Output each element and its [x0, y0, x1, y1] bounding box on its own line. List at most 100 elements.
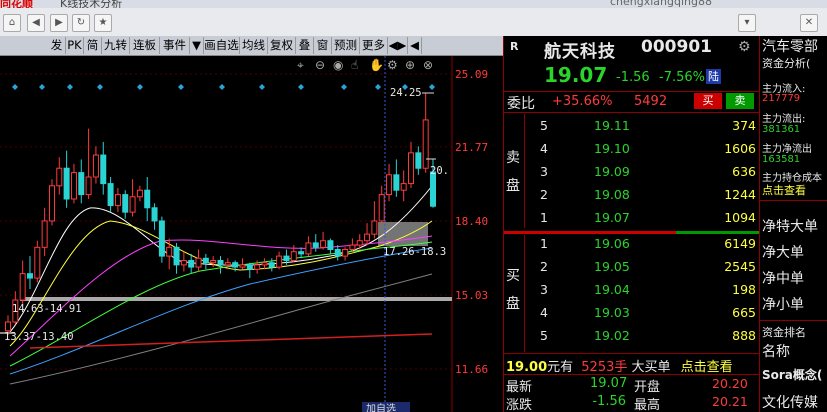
zoom-out-icon[interactable]: ⊖	[315, 58, 325, 72]
sell-side-label: 卖盘	[506, 150, 520, 194]
refresh-icon[interactable]: ↻	[72, 14, 90, 32]
asks-volume: 1244	[724, 187, 756, 202]
event-marker-icon	[39, 84, 45, 90]
back-icon[interactable]: ◀	[27, 14, 45, 32]
cursor-icon[interactable]: ☝	[351, 58, 358, 72]
candle-body	[327, 240, 334, 251]
forward-icon[interactable]: ▶	[50, 14, 68, 32]
toolbar-button[interactable]: ▼	[190, 37, 204, 54]
home-icon[interactable]: ⌂	[3, 14, 21, 32]
window-menu-icon[interactable]: ▾	[738, 14, 756, 32]
r-badge[interactable]: R	[510, 40, 518, 53]
rank-item[interactable]: Sora概念(	[762, 366, 822, 383]
candle-body	[320, 240, 327, 248]
candle-body	[85, 176, 92, 196]
candle-body	[342, 249, 349, 257]
support-band	[20, 297, 452, 301]
outflow-label: 主力流出:	[762, 114, 806, 125]
toolbar-button[interactable]: 更多	[360, 37, 388, 54]
window-close-icon[interactable]: ✕	[800, 14, 818, 32]
fund-click-link[interactable]: 点击查看	[762, 182, 806, 198]
candle-body	[166, 246, 173, 257]
big-order-bar[interactable]: 19.00元有 5253手 大买单 点击查看	[506, 356, 733, 375]
title-bar: 同花顺 K线技术分析 chengxiangqing88	[0, 0, 827, 8]
settings-icon[interactable]: ⚙	[387, 58, 398, 72]
toolbar-button[interactable]: 发	[48, 37, 66, 54]
candle-body	[122, 194, 129, 213]
toolbar-button[interactable]: 复权	[268, 37, 296, 54]
candle-body	[283, 255, 290, 261]
candle-body	[224, 262, 231, 266]
candle-body	[129, 196, 136, 213]
candle-body	[195, 257, 202, 268]
window-title: K线技术分析	[60, 0, 123, 8]
close-icon[interactable]: ⊗	[423, 58, 433, 72]
asks-level: 4	[540, 141, 548, 156]
candle-body	[144, 189, 151, 209]
event-marker-icon	[178, 84, 184, 90]
toolbar-button[interactable]: 连板	[130, 37, 160, 54]
event-marker-icon	[97, 84, 103, 90]
kline-chart[interactable]: 25.09 21.77 18.40 15.03 11.66 ⌖ ⊖ ◉ ☝ ✋ ⚙ ⊕ ⊗ 24.25 20…	[0, 56, 503, 412]
user-name[interactable]: chengxiangqing88	[610, 0, 712, 8]
bids-price: 19.03	[594, 305, 630, 320]
toolbar-button[interactable]: 九转	[102, 37, 130, 54]
bids-price: 19.06	[594, 236, 630, 251]
hand-icon[interactable]: ✋	[369, 58, 384, 72]
candle-body	[158, 220, 165, 257]
toolbar-button[interactable]: 预测	[332, 37, 360, 54]
toolbar-button[interactable]: 事件	[160, 37, 190, 54]
price-range-label: 13.37-13.40	[4, 331, 74, 343]
candle-body	[92, 154, 99, 178]
kline-svg[interactable]: 25.09 21.77 18.40 15.03 11.66 ⌖ ⊖ ◉ ☝ ✋ ⚙ ⊕ ⊗ 24.25 20…	[0, 56, 503, 412]
fund-title: 资金分析(	[762, 57, 811, 70]
asks-price: 19.08	[594, 187, 630, 202]
event-marker-icon	[298, 84, 304, 90]
buy-button[interactable]: 买	[694, 93, 722, 109]
candle-body	[400, 183, 407, 191]
toolbar-button[interactable]: 叠	[296, 37, 314, 54]
asks-price: 19.11	[594, 118, 630, 133]
stock-name: 航天科技	[544, 42, 616, 62]
candle-body	[217, 259, 224, 266]
candle-body	[386, 174, 393, 196]
asks-level: 2	[540, 187, 548, 202]
stat-v1: -1.56	[592, 394, 626, 409]
weibi-value: +35.66%	[552, 94, 613, 109]
bids-level: 3	[540, 282, 548, 297]
event-marker-icon	[375, 84, 381, 90]
zoom-in-icon[interactable]: ⊕	[405, 58, 415, 72]
toolbar-button[interactable]: 均线	[240, 37, 268, 54]
y-tick-label: 25.09	[455, 68, 488, 81]
toolbar-button[interactable]: ◀▶	[388, 37, 408, 54]
tab-bar: ⌂ ◀ ▶ ↻ ★ ▾ ✕	[0, 8, 827, 36]
asks-volume: 636	[732, 164, 756, 179]
bids-price: 19.05	[594, 259, 630, 274]
sector-name[interactable]: 汽车零部	[762, 36, 818, 56]
toolbar-button[interactable]: ◀	[408, 37, 422, 54]
toolbar-button[interactable]: 简	[84, 37, 102, 54]
crosshair-icon[interactable]: ⌖	[297, 58, 304, 72]
asks-level: 1	[540, 210, 548, 225]
y-tick-label: 11.66	[455, 363, 488, 376]
eye-icon[interactable]: ◉	[333, 58, 343, 72]
toolbar-button[interactable]: 画自选	[204, 37, 240, 54]
bids-volume: 6149	[724, 236, 756, 251]
toolbar-button[interactable]: PK	[66, 37, 84, 54]
candle-body	[5, 321, 11, 332]
rank-item[interactable]: 文化传媒	[762, 392, 818, 412]
fund-size-label: 净中单	[762, 271, 804, 287]
event-marker-icon	[259, 84, 265, 90]
favorite-icon[interactable]: ★	[94, 14, 112, 32]
candle-body	[415, 152, 422, 169]
last-price: 19.07	[544, 63, 608, 87]
cursor-label[interactable]: 加自选	[366, 402, 396, 412]
toolbar-button[interactable]: 窗	[314, 37, 332, 54]
settings-icon[interactable]: ⚙	[738, 39, 751, 55]
weicha-value: 5492	[634, 94, 668, 109]
sell-button[interactable]: 卖	[726, 93, 754, 109]
candle-body	[70, 172, 77, 200]
ma-120-line	[9, 273, 433, 385]
candle-body	[430, 171, 436, 207]
rank-col: 名称	[762, 344, 790, 360]
